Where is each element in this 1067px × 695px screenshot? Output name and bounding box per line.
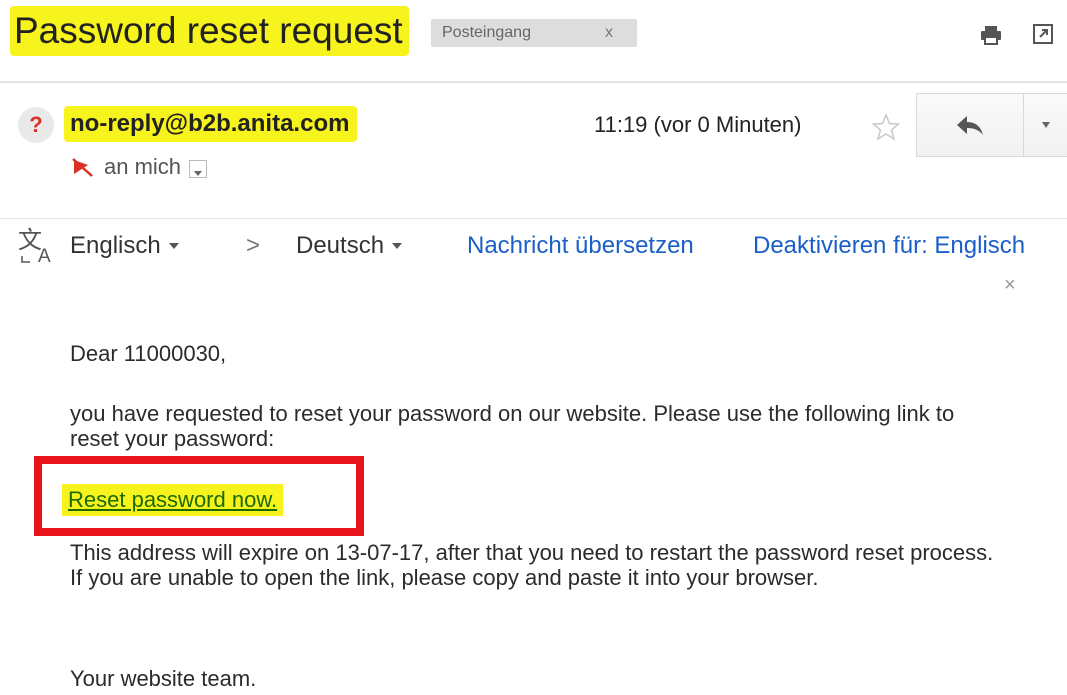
disable-translation-link[interactable]: Deaktivieren für: Englisch — [753, 230, 1025, 262]
reply-icon — [957, 116, 983, 135]
chevron-down-icon — [1042, 122, 1050, 128]
greeting: Dear 11000030, — [70, 341, 227, 366]
star-icon[interactable] — [871, 112, 901, 142]
reply-button[interactable] — [917, 94, 1024, 156]
reset-password-link[interactable]: Reset password now. — [68, 487, 277, 512]
sender-address[interactable]: no-reply@b2b.anita.com — [64, 106, 358, 142]
translate-icon: 文 A — [18, 226, 51, 267]
chevron-down-icon — [194, 171, 203, 176]
recipient-details-toggle[interactable] — [189, 160, 208, 178]
label-chip-text: Posteingang — [442, 24, 531, 41]
label-chip-inbox[interactable]: Posteingang x — [431, 19, 637, 47]
caret-down-icon — [168, 243, 179, 249]
reply-button-group — [916, 93, 1067, 157]
new-window-icon[interactable] — [1033, 24, 1053, 44]
translate-message-link[interactable]: Nachricht übersetzen — [467, 230, 694, 262]
language-arrow: > — [246, 232, 261, 259]
header-divider — [0, 81, 1067, 83]
recipient-label: an mich — [104, 154, 182, 179]
no-encryption-icon[interactable] — [70, 156, 94, 178]
print-icon[interactable] — [980, 24, 1002, 46]
target-language-select[interactable]: Deutsch — [296, 230, 403, 262]
source-language-select[interactable]: Englisch — [70, 230, 179, 262]
reset-link-highlight: Reset password now. — [62, 484, 284, 516]
caret-down-icon — [392, 243, 403, 249]
body-paragraph-1: you have requested to reset your passwor… — [70, 401, 955, 451]
target-language-label: Deutsch — [296, 232, 385, 259]
more-actions-button[interactable] — [1024, 94, 1067, 156]
message-timestamp: 11:19 (vor 0 Minuten) — [594, 112, 802, 137]
recipient-row: an mich — [70, 152, 208, 182]
close-translate-bar-button[interactable]: × — [1004, 274, 1016, 297]
email-subject: Password reset request — [10, 6, 409, 56]
svg-text:A: A — [38, 246, 51, 267]
sender-avatar[interactable]: ? — [18, 107, 54, 143]
body-paragraph-2: This address will expire on 13-07-17, af… — [70, 540, 994, 590]
signoff: Your website team. — [70, 666, 257, 691]
source-language-label: Englisch — [70, 232, 161, 259]
label-remove-button[interactable]: x — [605, 19, 613, 47]
